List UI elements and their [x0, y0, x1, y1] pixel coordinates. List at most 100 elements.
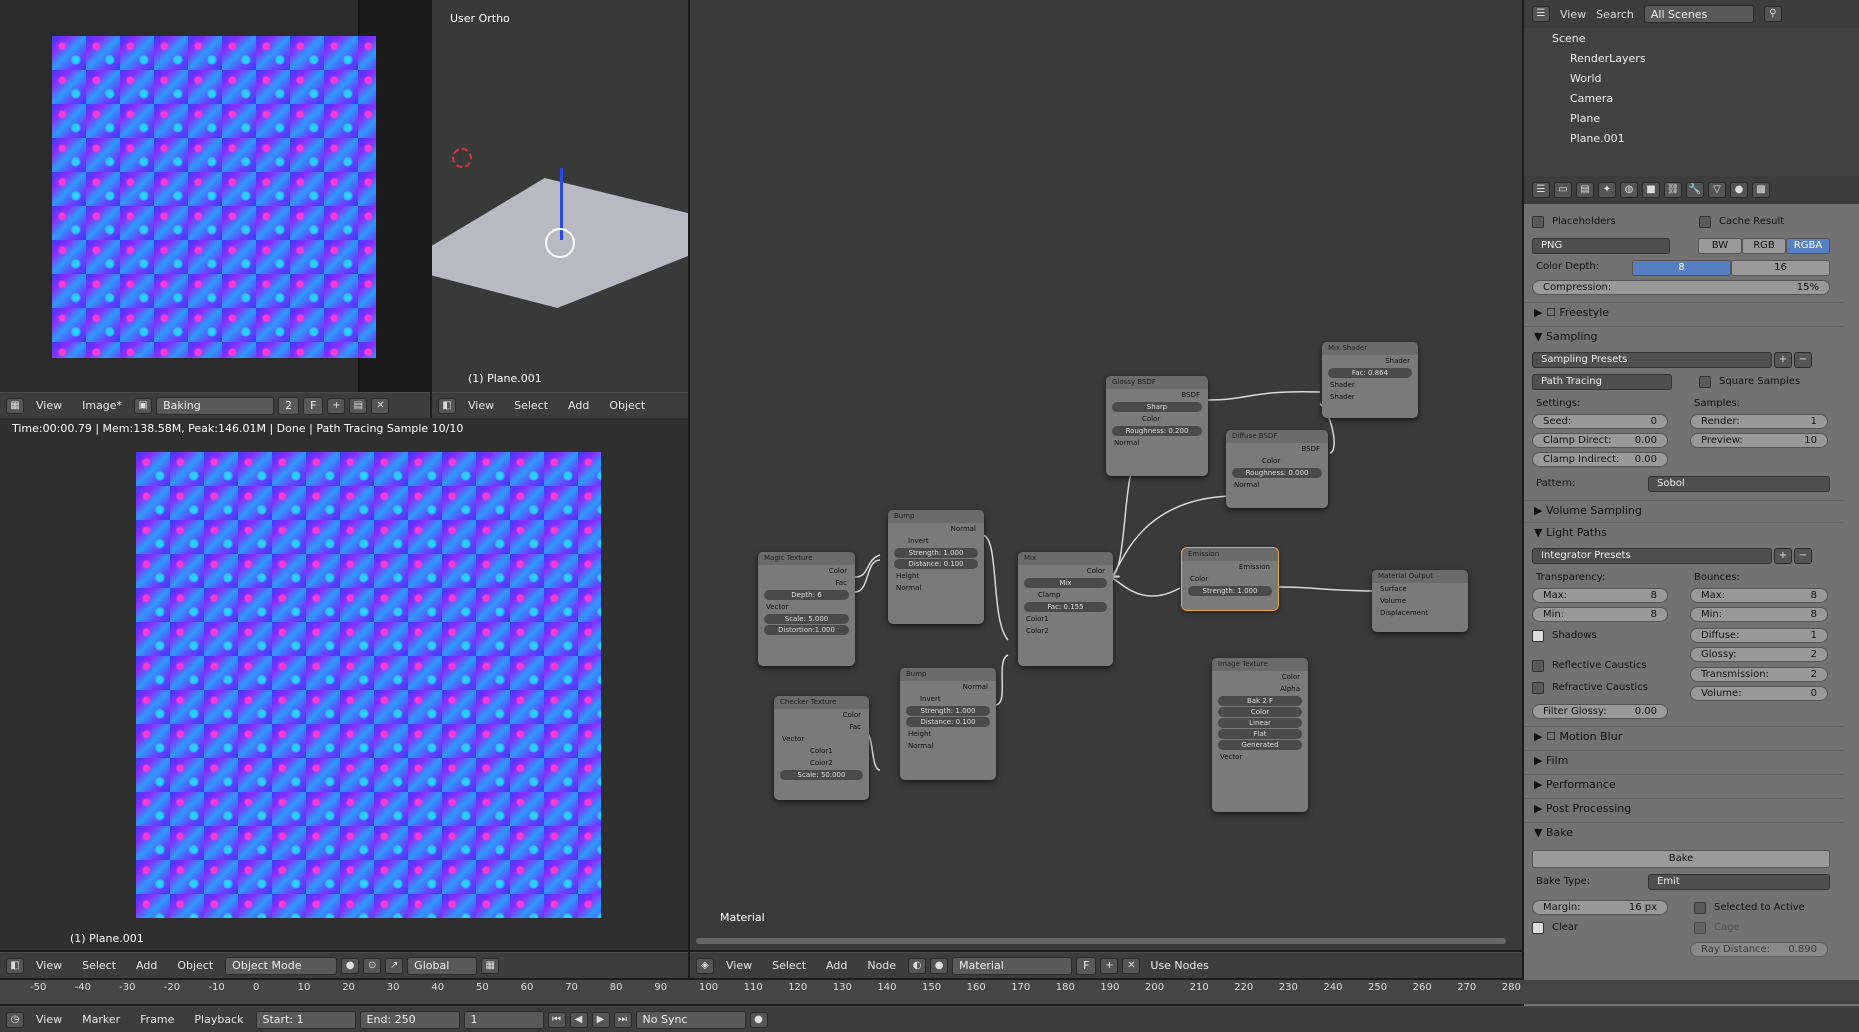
bake-button[interactable]: Bake: [1532, 850, 1830, 868]
freestyle-section[interactable]: ▶ ☐ Freestyle: [1524, 302, 1844, 322]
bake-type-dropdown[interactable]: Emit: [1648, 874, 1830, 890]
node-editor-scrollbar[interactable]: [696, 938, 1506, 944]
color-swatch[interactable]: Color: [1106, 413, 1208, 425]
editor-type-icon[interactable]: ☰: [1532, 6, 1550, 22]
menu-view[interactable]: View: [718, 959, 760, 972]
motion-blur-section[interactable]: ▶ ☐ Motion Blur: [1524, 726, 1844, 746]
manipulator-icon[interactable]: ↗: [385, 957, 404, 974]
add-material-icon[interactable]: +: [1100, 957, 1119, 974]
diffuse-bounces-field[interactable]: Diffuse: 1: [1690, 628, 1828, 643]
blend-mode-dropdown[interactable]: Mix: [1024, 578, 1107, 588]
color-depth-8-button[interactable]: 8: [1632, 260, 1731, 276]
strength-field[interactable]: Strength: 1.000: [894, 548, 978, 558]
node-image-texture[interactable]: Image Texture Color Alpha Bak 2 F Color …: [1212, 658, 1308, 812]
cache-result-checkbox[interactable]: [1699, 216, 1711, 228]
node-bump-2[interactable]: Bump Normal Invert Strength: 1.000 Dista…: [900, 668, 996, 780]
menu-object[interactable]: Object: [601, 399, 653, 412]
distortion-field[interactable]: Distortion:1.000: [764, 625, 849, 635]
transmission-bounces-field[interactable]: Transmission: 2: [1690, 667, 1828, 682]
editor-type-icon[interactable]: ▦: [6, 397, 24, 414]
projection-dropdown[interactable]: Flat: [1218, 729, 1302, 739]
texture-tab-icon[interactable]: ▩: [1752, 182, 1770, 198]
light-paths-section[interactable]: ▼ Light Paths: [1524, 522, 1844, 542]
menu-view[interactable]: View: [28, 399, 70, 412]
outliner-item-world[interactable]: World: [1570, 72, 1602, 85]
orientation-dropdown[interactable]: Global: [407, 956, 478, 975]
menu-select[interactable]: Select: [764, 959, 814, 972]
material-fake-user[interactable]: F: [1076, 956, 1097, 975]
shading-icon[interactable]: ●: [341, 957, 360, 974]
fac-field[interactable]: Fac: 0.155: [1024, 602, 1107, 612]
distance-field[interactable]: Distance: 0.100: [906, 717, 990, 727]
color1-swatch[interactable]: Color1: [774, 745, 869, 757]
material-browse-icon[interactable]: ●: [930, 957, 949, 974]
material-tab-icon[interactable]: ●: [1730, 182, 1748, 198]
roughness-field[interactable]: Roughness: 0.200: [1112, 426, 1202, 436]
timeline-ruler[interactable]: -50 -40 -30 -20 -10 0 10 20 30 40 50 60 70 80 90 100 110…: [0, 980, 1859, 1004]
sampling-presets-dropdown[interactable]: Sampling Presets: [1532, 352, 1772, 368]
clear-checkbox[interactable]: [1532, 922, 1544, 934]
shadows-checkbox[interactable]: [1532, 630, 1544, 642]
refractive-caustics-checkbox[interactable]: [1532, 682, 1544, 694]
node-diffuse-bsdf[interactable]: Diffuse BSDF BSDF Color Roughness: 0.000…: [1226, 430, 1328, 508]
editor-type-icon[interactable]: ◧: [438, 397, 456, 414]
outliner-item-scene[interactable]: Scene: [1552, 32, 1586, 45]
film-section[interactable]: ▶ Film: [1524, 750, 1844, 770]
new-image-icon[interactable]: +: [327, 397, 346, 414]
menu-view[interactable]: View: [460, 399, 502, 412]
distribution-dropdown[interactable]: Sharp: [1112, 402, 1202, 412]
search-icon[interactable]: ⚲: [1763, 6, 1782, 22]
pattern-dropdown[interactable]: Sobol: [1648, 476, 1830, 492]
selected-to-active-checkbox[interactable]: [1694, 902, 1706, 914]
menu-object[interactable]: Object: [169, 959, 221, 972]
render-tab-icon[interactable]: ▭: [1554, 182, 1572, 198]
node-glossy-bsdf[interactable]: Glossy BSDF BSDF Sharp Color Roughness: …: [1106, 376, 1208, 476]
cage-checkbox[interactable]: [1694, 922, 1706, 934]
add-preset-icon[interactable]: +: [1774, 548, 1792, 564]
record-icon[interactable]: ●: [749, 1011, 768, 1028]
menu-view[interactable]: View: [28, 1013, 70, 1026]
color-space-dropdown[interactable]: Color: [1218, 707, 1302, 717]
modifiers-tab-icon[interactable]: 🔧: [1686, 182, 1704, 198]
seed-field[interactable]: Seed: 0: [1532, 414, 1668, 429]
clamp-direct-field[interactable]: Clamp Direct: 0.00: [1532, 433, 1668, 448]
world-tab-icon[interactable]: ◍: [1620, 182, 1638, 198]
menu-add[interactable]: Add: [128, 959, 165, 972]
menu-image[interactable]: Image*: [74, 399, 130, 412]
outliner-item-plane001[interactable]: Plane.001: [1570, 132, 1625, 145]
reflective-caustics-checkbox[interactable]: [1532, 660, 1544, 672]
unlink-material-icon[interactable]: ✕: [1122, 957, 1141, 974]
ray-distance-field[interactable]: Ray Distance: 0.890: [1690, 942, 1828, 957]
scale-field[interactable]: Scale: 5.000: [764, 614, 849, 624]
menu-view[interactable]: View: [1560, 8, 1586, 21]
scene-tab-icon[interactable]: ✦: [1598, 182, 1616, 198]
invert-checkbox[interactable]: Invert: [900, 693, 996, 705]
play-reverse-icon[interactable]: ◀: [569, 1011, 588, 1028]
image-fake-user[interactable]: F: [303, 396, 324, 415]
image-browse-icon[interactable]: ▣: [134, 397, 153, 414]
render-samples-field[interactable]: Render: 1: [1690, 414, 1828, 429]
menu-playback[interactable]: Playback: [186, 1013, 251, 1026]
shader-type-icon[interactable]: ◐: [908, 957, 927, 974]
extension-dropdown[interactable]: Generated: [1218, 740, 1302, 750]
node-editor[interactable]: Material Magic Texture Color Fac Depth: …: [690, 0, 1522, 950]
node-checker-texture[interactable]: Checker Texture Color Fac Vector Color1 …: [774, 696, 869, 800]
menu-node[interactable]: Node: [859, 959, 904, 972]
image-name-field[interactable]: Baking: [156, 396, 275, 415]
bounces-max-field[interactable]: Max: 8: [1690, 588, 1828, 603]
menu-marker[interactable]: Marker: [74, 1013, 128, 1026]
menu-add[interactable]: Add: [560, 399, 597, 412]
integrator-presets-dropdown[interactable]: Integrator Presets: [1532, 548, 1772, 564]
data-tab-icon[interactable]: ▽: [1708, 182, 1726, 198]
transparency-min-field[interactable]: Min: 8: [1532, 607, 1668, 622]
fac-field[interactable]: Fac: 0.864: [1328, 368, 1412, 378]
menu-frame[interactable]: Frame: [132, 1013, 182, 1026]
distance-field[interactable]: Distance: 0.100: [894, 559, 978, 569]
invert-checkbox[interactable]: Invert: [888, 535, 984, 547]
open-image-icon[interactable]: ▤: [349, 397, 368, 414]
sampling-section[interactable]: ▼ Sampling: [1524, 326, 1844, 346]
depth-field[interactable]: Depth: 6: [764, 590, 849, 600]
jump-start-icon[interactable]: ⏮: [547, 1011, 566, 1028]
end-frame-field[interactable]: End: 250: [359, 1010, 460, 1029]
editor-type-icon[interactable]: ☰: [1532, 182, 1550, 198]
